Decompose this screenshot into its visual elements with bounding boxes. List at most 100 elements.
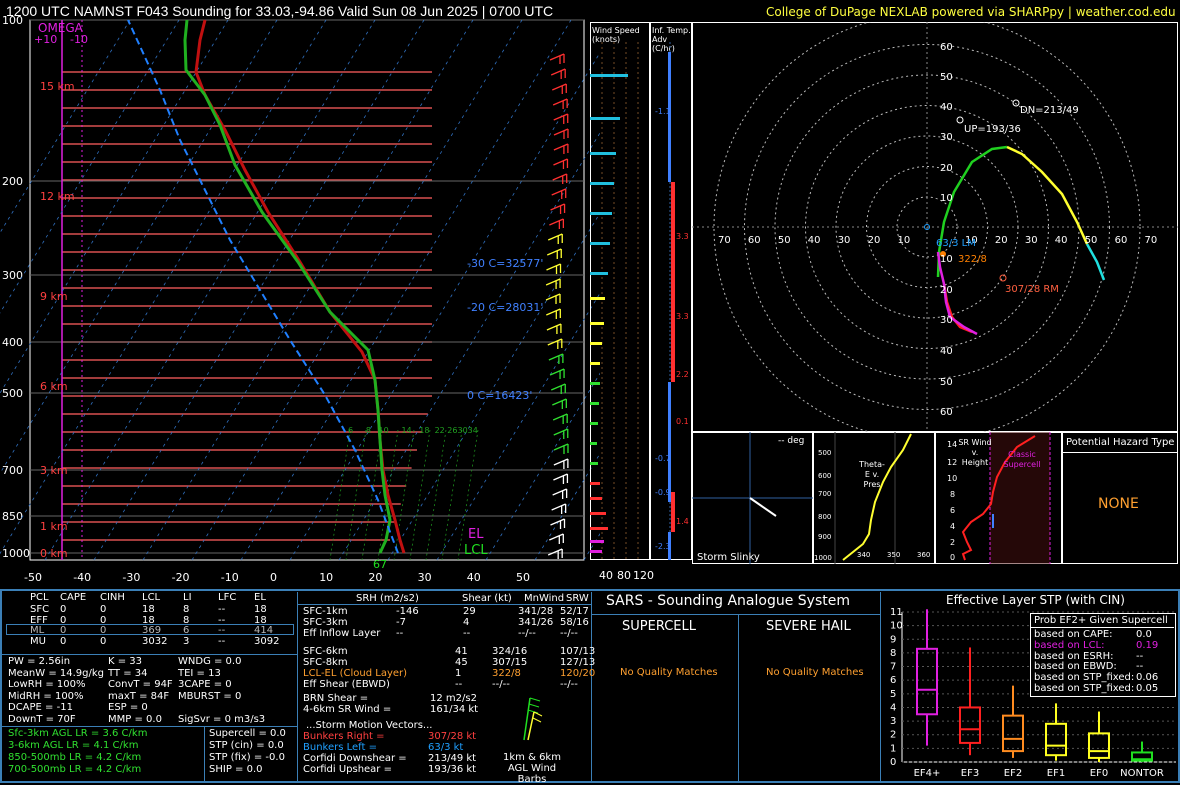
parcel-cell: -- — [218, 635, 226, 647]
hodo-ring-label: 20 — [940, 285, 953, 296]
temp-tick-label: -50 — [24, 571, 42, 584]
el-label: EL — [468, 527, 484, 542]
kinematics-cell: 4 — [463, 617, 470, 628]
kinematics-cell: --/-- — [518, 628, 536, 639]
stp-y-tick: 1 — [890, 743, 896, 754]
pressure-tick-label: 500 — [2, 387, 23, 400]
height-label: 3 km — [40, 464, 68, 477]
stp-category-label: EF2 — [1004, 768, 1022, 779]
stp-y-tick: 2 — [890, 730, 896, 741]
kinematics-cell: 29 — [463, 606, 476, 617]
lcl-label: LCL — [464, 543, 488, 558]
divider — [591, 592, 592, 782]
stp-prob-label: based on EBWD: — [1034, 661, 1117, 673]
kinematics-cell: Eff Shear (EBWD) — [303, 679, 390, 690]
hazard-value: NONE — [1098, 496, 1139, 512]
composite-index: STP (fix) = -0.0 — [209, 752, 285, 763]
hodo-ring-label: 50 — [940, 72, 953, 83]
index-value: MeanW = 14.9g/kg — [8, 667, 104, 679]
composite-index: STP (cin) = 0.0 — [209, 740, 284, 751]
kinematics-cell: SFC-1km — [303, 606, 348, 617]
stp-prob-label: based on STP_fixed: — [1034, 672, 1135, 684]
height-label: 0 km — [40, 547, 68, 560]
kinematics-cell: -146 — [396, 606, 419, 617]
brn-label: BRN Shear = — [303, 693, 369, 704]
kinematics-cell: 322/8 — [492, 668, 521, 679]
surface-temp-label: 67 — [373, 558, 387, 571]
stp-prob-label: based on ESRH: — [1034, 650, 1114, 662]
composite-index: SHIP = 0.0 — [209, 764, 263, 775]
kinematics-cell: 58/16 — [560, 617, 589, 628]
kinematics-cell: 307/15 — [492, 657, 528, 668]
storm-slinky-title: Storm Slinky — [697, 552, 760, 563]
divider — [0, 726, 297, 727]
kinematics-header: MnWind — [524, 593, 565, 604]
kinematics-cell: 107/13 — [560, 646, 596, 657]
temp-tick-label: -30 — [122, 571, 140, 584]
stp-box — [1045, 722, 1067, 757]
hodo-ring-label: 10 — [940, 254, 953, 265]
height-label: 15 km — [40, 80, 75, 93]
stp-prob-label: based on LCL: — [1034, 639, 1105, 651]
theta-e-title: Theta-E v. Pres — [859, 460, 885, 489]
sr-wind-title: SR Wind v. Height — [958, 438, 992, 467]
stp-category-label: EF3 — [961, 768, 979, 779]
wind-speed-tick: 120 — [633, 569, 654, 582]
mixing-ratio-labels: 6 8 10 14 18 22 263034 — [348, 426, 478, 435]
stp-prob-label: based on CAPE: — [1034, 629, 1113, 640]
sars-hail-value: No Quality Matches — [766, 667, 864, 678]
pressure-tick-label: 300 — [2, 269, 23, 282]
sr-wind-h-tick: 0 — [950, 553, 956, 562]
index-value: DownT = 70F — [8, 713, 76, 725]
kinematics-cell: -- — [396, 628, 404, 639]
temp-tick-label: 50 — [516, 571, 530, 584]
divider — [591, 614, 880, 615]
srwind-value: 161/34 kt — [430, 704, 479, 715]
sars-hail-title: SEVERE HAIL — [766, 619, 851, 634]
kinematics-cell: --/-- — [492, 679, 510, 690]
storm-motion-label: Bunkers Left = — [303, 742, 377, 753]
temp-tick-label: 0 — [270, 571, 277, 584]
theta-e-p-tick: 500 — [818, 449, 832, 457]
theta-e-p-tick: 700 — [818, 490, 832, 498]
brn-value: 12 m2/s2 — [430, 693, 477, 704]
stp-prob-value: -- — [1136, 650, 1144, 662]
kinematics-cell: 127/13 — [560, 657, 596, 668]
parcel-cell: -- — [218, 625, 226, 636]
hodo-trace-cyan — [1085, 243, 1106, 281]
wind-speed-tick: 80 — [617, 569, 631, 582]
wind-speed-bars — [590, 42, 639, 560]
stp-prob-value: 0.0 — [1136, 629, 1152, 640]
divider — [0, 654, 297, 655]
parcel-cell: -- — [218, 604, 226, 615]
temp-advection-value: 0.1 — [676, 417, 689, 426]
sars-supercell-title: SUPERCELL — [622, 619, 696, 634]
stp-category-label: EF4+ — [914, 768, 941, 779]
divider — [297, 604, 591, 605]
hodo-ring-label: 20 — [940, 163, 953, 174]
temp-advection-value: 2.2 — [676, 370, 689, 379]
theta-e-p-tick: 600 — [818, 472, 832, 480]
pressure-tick-label: 400 — [2, 336, 23, 349]
temp-advection-value: -0.9 — [655, 488, 671, 497]
stp-y-tick: 9 — [890, 634, 896, 645]
kinematics-barbs — [523, 697, 543, 741]
stp-y-tick: 7 — [890, 662, 896, 673]
hodo-mean-label: 322/8 — [958, 254, 987, 265]
parcel-cell: 3 — [183, 635, 190, 647]
barb-caption: 1km & 6km AGL Wind Barbs — [503, 752, 561, 785]
parcel-trace — [127, 19, 399, 554]
kinematics-cell: 341/28 — [518, 606, 554, 617]
parcel-cell: ML — [30, 625, 45, 636]
composite-index: Supercell = 0.0 — [209, 728, 286, 739]
lapse-rate: 850-500mb LR = 4.2 C/km — [8, 752, 142, 763]
index-value: WNDG = 0.0 — [178, 656, 242, 667]
storm-motion-value: 213/49 kt — [428, 753, 477, 764]
index-value: SigSvr = 0 m3/s3 — [178, 713, 266, 725]
kinematics-cell: Eff Inflow Layer — [303, 628, 381, 639]
temp-tick-label: -40 — [73, 571, 91, 584]
sars-supercell-value: No Quality Matches — [620, 667, 718, 678]
lapse-rate: Sfc-3km AGL LR = 3.6 C/km — [8, 728, 148, 739]
parcel-cell: 3032 — [142, 635, 168, 647]
index-value: MMP = 0.0 — [108, 713, 162, 725]
